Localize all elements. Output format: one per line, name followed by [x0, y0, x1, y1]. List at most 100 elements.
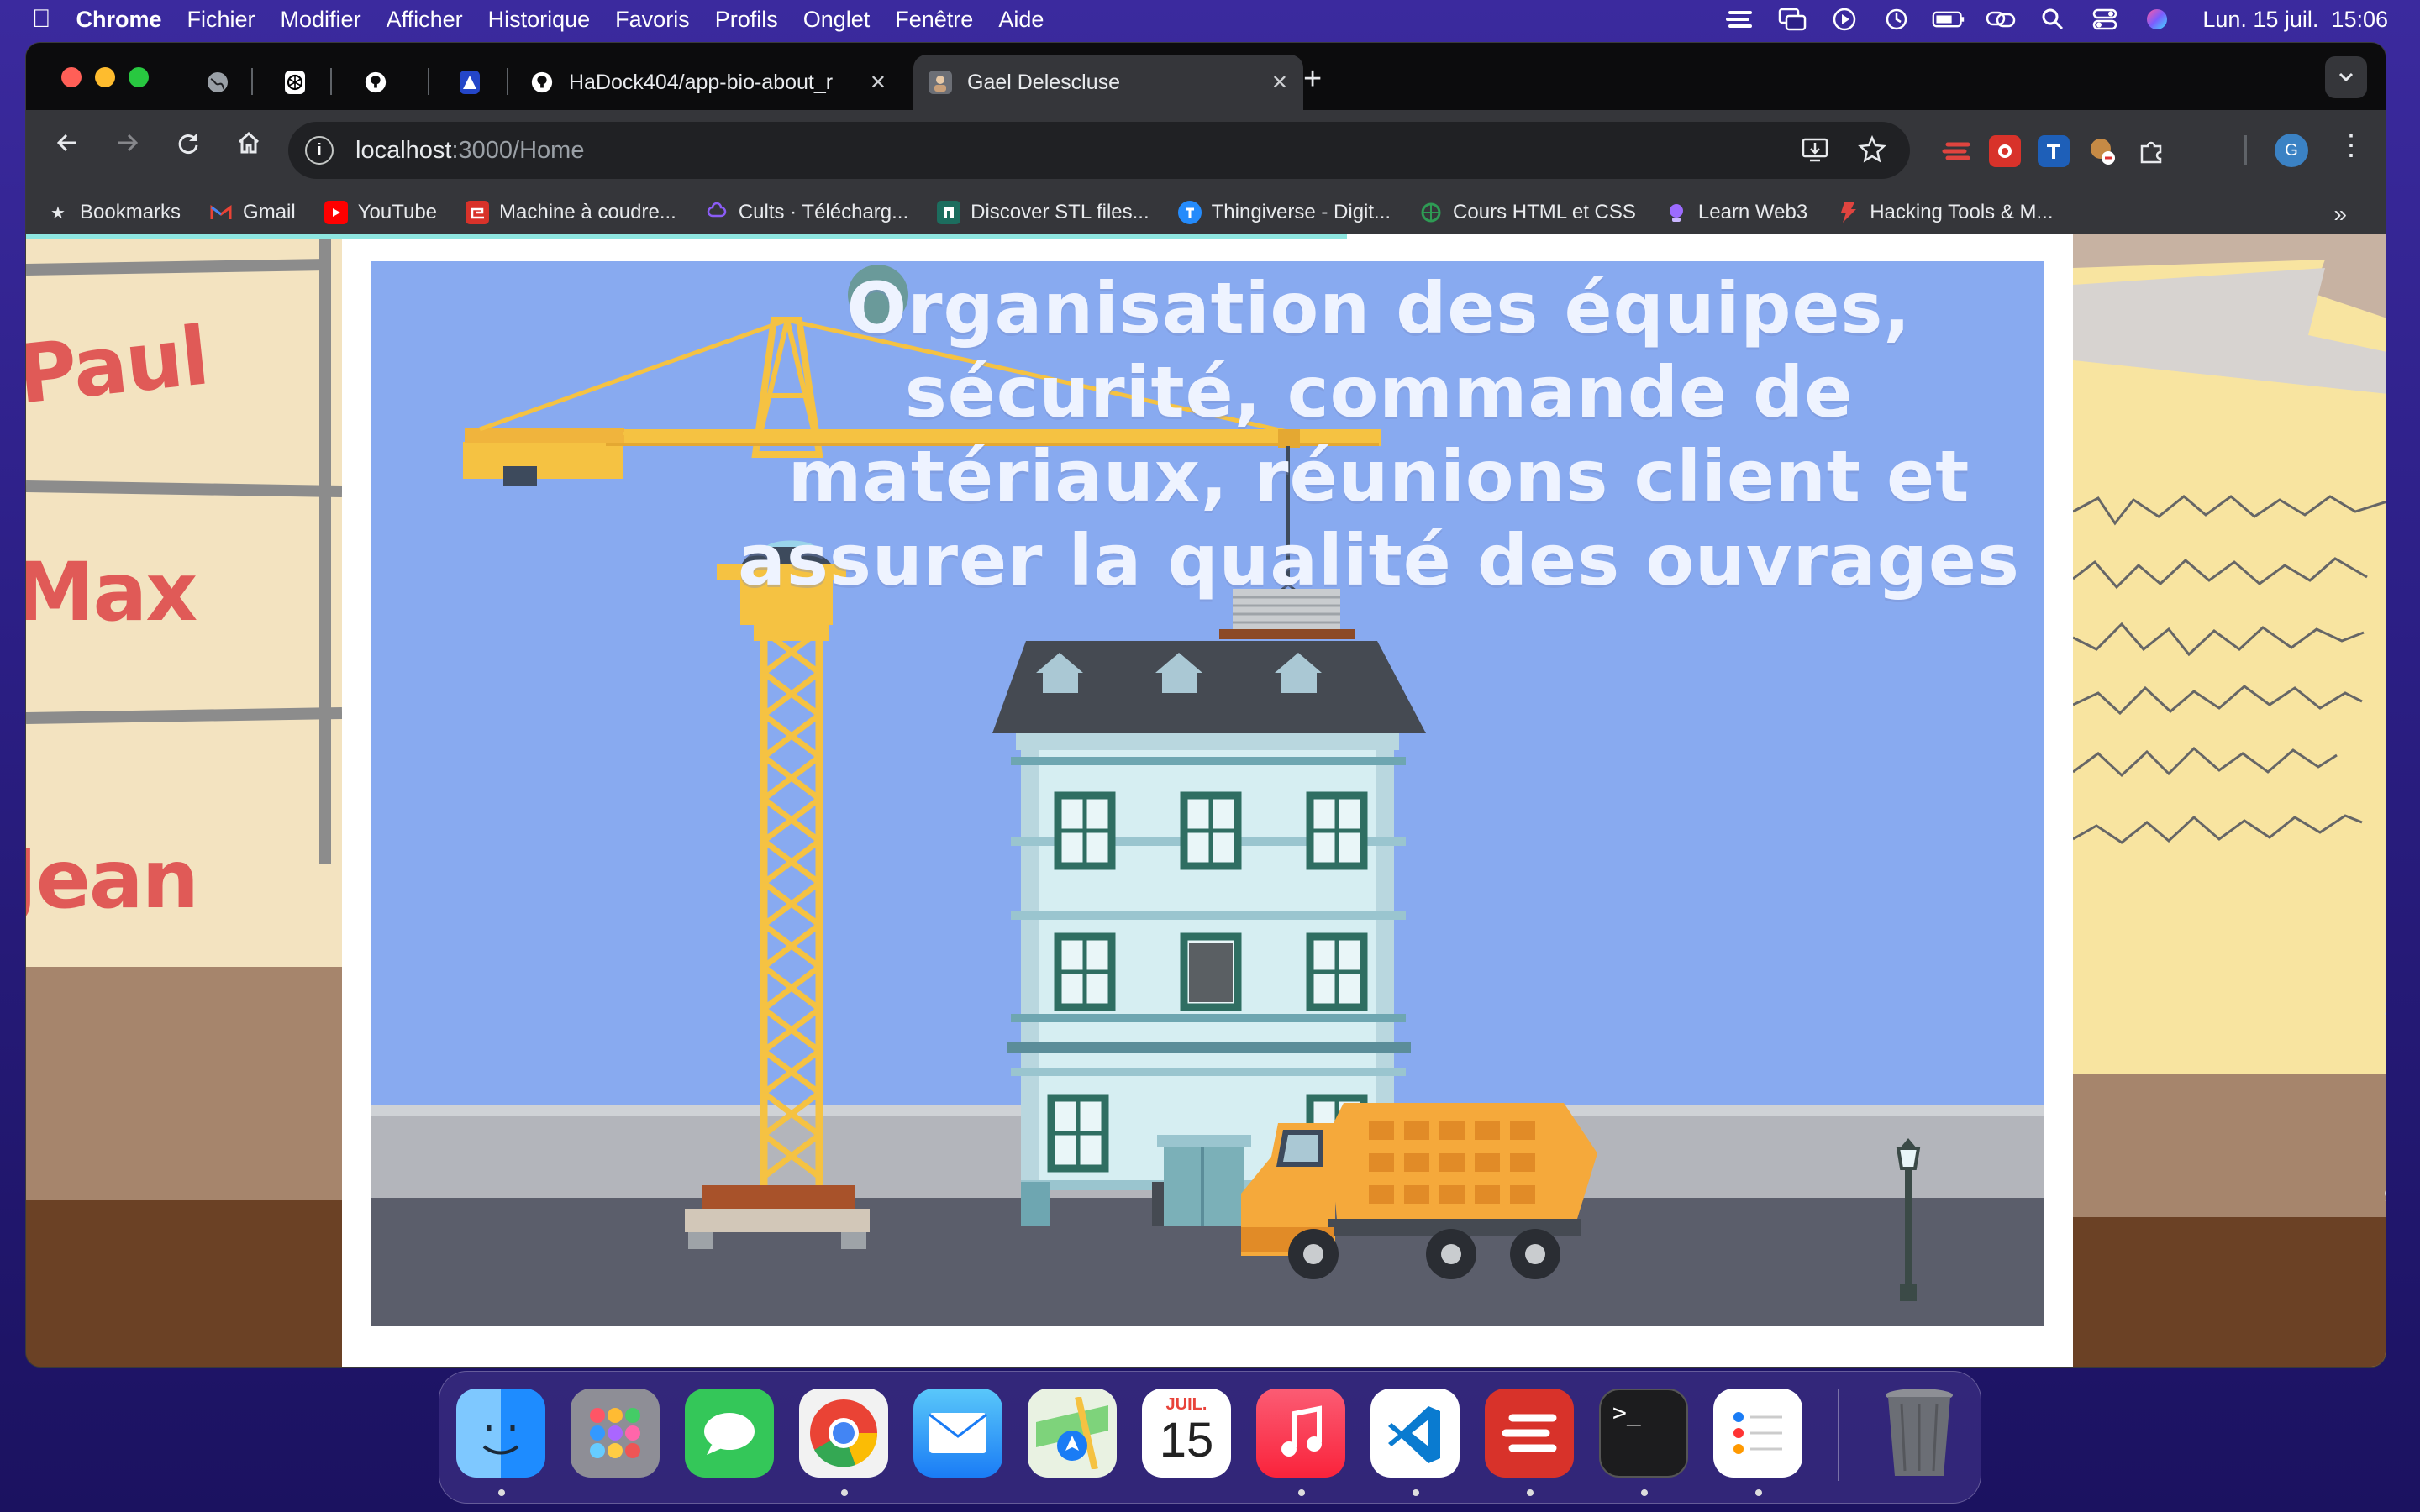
running-indicator: [1755, 1489, 1762, 1496]
right-side-illustration: [2072, 234, 2386, 1367]
menu-afficher[interactable]: Afficher: [387, 7, 463, 33]
extension-blue-t-icon[interactable]: [2038, 135, 2070, 167]
maps-icon[interactable]: [1028, 1389, 1117, 1478]
site-info-icon[interactable]: i: [305, 136, 334, 165]
battery-icon[interactable]: [1932, 7, 1965, 32]
zoom-window-button[interactable]: [129, 67, 149, 87]
menu-fichier[interactable]: Fichier: [187, 7, 255, 33]
menu-favoris[interactable]: Favoris: [615, 7, 690, 33]
page-load-progress: [26, 234, 1347, 239]
music-icon[interactable]: [1256, 1389, 1345, 1478]
thingiverse-icon: [1177, 201, 1202, 224]
mail-icon[interactable]: [913, 1389, 1002, 1478]
link-status-icon[interactable]: [1984, 7, 2018, 32]
bookmark-item[interactable]: Gmail: [209, 201, 296, 224]
bookmark-item[interactable]: Discover STL files...: [937, 201, 1150, 224]
edge-number: 1: [2384, 809, 2386, 832]
expressvpn-extension-icon[interactable]: [1940, 135, 1972, 167]
youtube-icon: [324, 201, 348, 224]
url-path: :3000/Home: [451, 136, 585, 164]
chrome-icon[interactable]: [799, 1389, 888, 1478]
tab-title: Gael Delescluse: [967, 70, 1121, 94]
terminal-icon[interactable]: >_: [1599, 1389, 1688, 1478]
tab-search-button[interactable]: [2325, 56, 2367, 98]
running-indicator: [498, 1489, 505, 1496]
home-button[interactable]: [229, 130, 268, 163]
spotlight-search-icon[interactable]: [2036, 7, 2070, 32]
expressvpn-icon[interactable]: [1485, 1389, 1574, 1478]
calendar-icon[interactable]: JUIL. 15: [1142, 1389, 1231, 1478]
sewing-icon: [466, 201, 490, 224]
bookmark-item[interactable]: Learn Web3: [1665, 201, 1807, 224]
screen-mirroring-icon[interactable]: [1776, 7, 1809, 32]
tab-gael-delescluse[interactable]: Gael Delescluse ✕: [913, 55, 1303, 110]
forward-button[interactable]: [108, 130, 147, 163]
running-indicator: [1413, 1489, 1419, 1496]
bookmark-item[interactable]: Machine à coudre...: [466, 201, 676, 224]
control-center-icon[interactable]: [2088, 7, 2122, 32]
menu-historique[interactable]: Historique: [488, 7, 591, 33]
pinned-tab-chatgpt[interactable]: [270, 55, 320, 110]
install-app-icon[interactable]: [1801, 135, 1829, 171]
apple-icon[interactable]: : [32, 5, 51, 34]
running-indicator: [841, 1489, 848, 1496]
bookmark-item[interactable]: YouTube: [324, 201, 437, 224]
name-label: Max: [26, 545, 197, 639]
menu-fenetre[interactable]: Fenêtre: [895, 7, 973, 33]
bookmark-item[interactable]: Cours HTML et CSS: [1419, 201, 1636, 224]
status-area: Lun. 15 juil. 15:06: [1723, 0, 2388, 39]
extension-cookie-icon[interactable]: [2086, 135, 2118, 167]
edge-number: 9: [2384, 1185, 2386, 1209]
tab-github-repo[interactable]: HaDock404/app-bio-about_r ✕: [515, 55, 902, 110]
menu-onglet[interactable]: Onglet: [803, 7, 871, 33]
pinned-tab-github[interactable]: [349, 55, 399, 110]
finder-icon[interactable]: [456, 1389, 545, 1478]
bookmark-item[interactable]: Hacking Tools & M...: [1836, 201, 2054, 224]
vscode-icon[interactable]: [1370, 1389, 1460, 1478]
menubar-clock[interactable]: Lun. 15 juil. 15:06: [2202, 7, 2388, 33]
web-page: Paul Max Jean Organisation des équipes, …: [26, 234, 2386, 1367]
bookmarks-overflow-icon[interactable]: »: [2333, 201, 2347, 228]
pinned-tab-globe[interactable]: [191, 55, 241, 110]
play-status-icon[interactable]: [1828, 7, 1861, 32]
expressvpn-status-icon[interactable]: [1723, 7, 1757, 32]
extension-red-icon[interactable]: [1989, 135, 2021, 167]
github-icon: [364, 71, 387, 94]
menu-modifier[interactable]: Modifier: [281, 7, 361, 33]
gmail-icon: [209, 201, 233, 224]
pinned-tab-app[interactable]: [445, 55, 495, 110]
star-icon: ★: [50, 203, 66, 223]
menu-app-name[interactable]: Chrome: [76, 7, 162, 33]
bookmark-label: Bookmarks: [80, 201, 182, 223]
address-bar[interactable]: i localhost:3000/Home: [288, 122, 1910, 179]
running-indicator: [1298, 1489, 1305, 1496]
menu-aide[interactable]: Aide: [998, 7, 1044, 33]
trash-icon[interactable]: [1875, 1389, 1964, 1478]
extensions-puzzle-icon[interactable]: [2135, 135, 2167, 167]
url-host: localhost: [355, 136, 452, 164]
bookmark-item[interactable]: Cults · Télécharg...: [705, 201, 908, 224]
minimize-window-button[interactable]: [95, 67, 115, 87]
launchpad-icon[interactable]: [571, 1389, 660, 1478]
messages-icon[interactable]: [685, 1389, 774, 1478]
close-tab-icon[interactable]: ✕: [1271, 71, 1288, 95]
bookmark-star-icon[interactable]: [1858, 134, 1886, 171]
bookmark-label: Hacking Tools & M...: [1870, 201, 2054, 223]
tab-separator: [251, 68, 253, 95]
chrome-menu-icon[interactable]: ⋮: [2337, 129, 2365, 162]
bookmark-item[interactable]: Thingiverse - Digit...: [1177, 201, 1391, 224]
reminders-icon[interactable]: [1713, 1389, 1802, 1478]
reload-button[interactable]: [169, 130, 208, 163]
close-window-button[interactable]: [61, 67, 82, 87]
close-tab-icon[interactable]: ✕: [870, 71, 886, 95]
new-tab-button[interactable]: +: [1303, 61, 1322, 97]
time-machine-icon[interactable]: [1880, 7, 1913, 32]
profile-avatar[interactable]: G: [2275, 134, 2308, 167]
bookmarks-bar: ★ Bookmarks Gmail YouTube Machine à coudr…: [26, 191, 2386, 234]
menu-profils[interactable]: Profils: [715, 7, 778, 33]
construction-illustration: Organisation des équipes, sécurité, comm…: [371, 261, 2044, 1326]
back-button[interactable]: [48, 130, 87, 163]
bookmark-label: Learn Web3: [1697, 201, 1808, 223]
bookmark-item[interactable]: ★ Bookmarks: [46, 201, 181, 224]
siri-icon[interactable]: [2140, 7, 2174, 32]
